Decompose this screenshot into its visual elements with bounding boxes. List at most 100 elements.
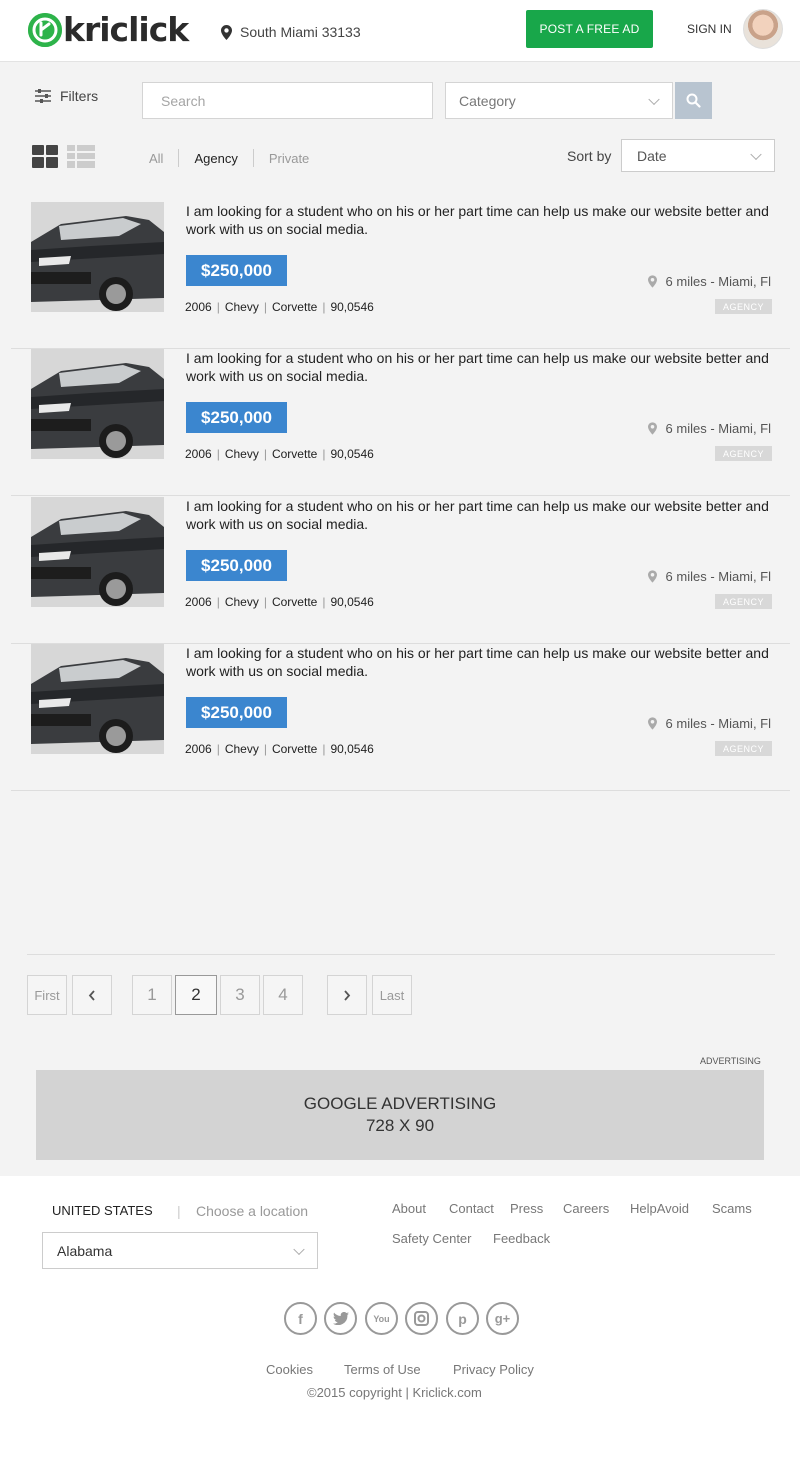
spec-divider: | [263,447,267,461]
footer-link-cookies[interactable]: Cookies [266,1362,313,1377]
filters-label: Filters [60,88,99,104]
listing-description[interactable]: I am looking for a student who on his or… [186,202,786,238]
twitter-icon[interactable] [324,1302,357,1335]
listing-specs: 2006 | Chevy | Corvette | 90,0546 [185,300,374,314]
filters-toggle[interactable]: Filters [35,88,98,104]
listing-distance-text: 6 miles - Miami, Fl [665,421,771,436]
listing-distance-text: 6 miles - Miami, Fl [665,569,771,584]
tab-private[interactable]: Private [269,151,309,166]
chevron-down-icon [750,148,762,160]
listing-distance-text: 6 miles - Miami, Fl [665,274,771,289]
listing-item[interactable]: I am looking for a student who on his or… [11,202,790,349]
pagination-page-2[interactable]: 2 [175,975,217,1015]
listing-price: $250,000 [186,402,287,433]
spec-divider: | [263,595,267,609]
sliders-icon [35,89,51,103]
logo-text: kriclick [63,10,189,49]
tab-divider [252,149,254,167]
pagination-divider [27,954,775,955]
sort-select[interactable]: Date [621,139,775,172]
map-pin-icon [647,717,657,730]
car-photo [31,497,164,607]
instagram-icon[interactable] [405,1302,438,1335]
location-selector[interactable]: South Miami 33133 [221,24,361,40]
copyright: ©2015 copyright | Kriclick.com [307,1385,482,1400]
footer-link-careers[interactable]: Careers [563,1201,609,1216]
footer-link-feedback[interactable]: Feedback [493,1231,550,1246]
listing-thumbnail[interactable] [31,497,164,607]
listing-item[interactable]: I am looking for a student who on his or… [11,644,790,791]
footer: UNITED STATES | Choose a location Alabam… [0,1176,800,1464]
listing-year: 2006 [185,595,212,609]
list-view-icon[interactable] [67,145,95,168]
footer-link-contact[interactable]: Contact [449,1201,494,1216]
listing-distance-text: 6 miles - Miami, Fl [665,716,771,731]
footer-link-safety-center[interactable]: Safety Center [392,1231,472,1246]
seller-type-tabs: All Agency Private [149,149,309,167]
advertising-label: ADVERTISING [700,1056,761,1066]
listing-item[interactable]: I am looking for a student who on his or… [11,497,790,644]
choose-location-link[interactable]: Choose a location [196,1203,308,1219]
pagination-prev[interactable] [72,975,112,1015]
listing-distance: 6 miles - Miami, Fl [647,716,771,731]
facebook-icon[interactable]: f [284,1302,317,1335]
pagination-first[interactable]: First [27,975,67,1015]
listing-description[interactable]: I am looking for a student who on his or… [186,644,786,680]
footer-link-about[interactable]: About [392,1201,426,1216]
category-select[interactable]: Category [445,82,673,119]
listing-specs: 2006 | Chevy | Corvette | 90,0546 [185,595,374,609]
listing-item[interactable]: I am looking for a student who on his or… [11,349,790,496]
pagination-page-4[interactable]: 4 [263,975,303,1015]
post-free-ad-button[interactable]: POST A FREE AD [526,10,653,48]
google-plus-icon[interactable]: g+ [486,1302,519,1335]
spec-divider: | [263,742,267,756]
ad-size: 728 X 90 [365,1116,435,1135]
state-select[interactable]: Alabama [42,1232,318,1269]
tab-agency[interactable]: Agency [194,151,237,166]
avatar[interactable] [743,9,783,49]
car-photo [31,644,164,754]
listing-price: $250,000 [186,697,287,728]
pagination-next[interactable] [327,975,367,1015]
map-pin-icon [221,24,232,40]
search-input[interactable] [142,82,433,119]
search-button[interactable] [675,82,712,119]
youtube-icon[interactable]: You [365,1302,398,1335]
grid-view-icon[interactable] [32,145,58,168]
listing-mileage: 90,0546 [330,595,374,609]
listing-thumbnail[interactable] [31,644,164,754]
listing-thumbnail[interactable] [31,202,164,312]
footer-link-privacy[interactable]: Privacy Policy [453,1362,534,1377]
map-pin-icon [647,422,657,435]
listing-model: Corvette [271,742,318,756]
footer-link-scams[interactable]: Scams [712,1201,752,1216]
footer-link-helpavoid[interactable]: HelpAvoid [630,1201,689,1216]
listing-thumbnail[interactable] [31,349,164,459]
listing-description[interactable]: I am looking for a student who on his or… [186,349,786,385]
tab-all[interactable]: All [149,151,163,166]
pagination-page-1[interactable]: 1 [132,975,172,1015]
listing-specs: 2006 | Chevy | Corvette | 90,0546 [185,742,374,756]
footer-link-press[interactable]: Press [510,1201,543,1216]
listing-specs: 2006 | Chevy | Corvette | 90,0546 [185,447,374,461]
listing-mileage: 90,0546 [330,447,374,461]
category-label: Category [459,92,516,109]
footer-link-terms[interactable]: Terms of Use [344,1362,421,1377]
sign-in-link[interactable]: SIGN IN [687,22,732,36]
listing-price: $250,000 [186,550,287,581]
listing-model: Corvette [271,595,318,609]
spec-divider: | [322,742,326,756]
listing-year: 2006 [185,742,212,756]
tab-divider [178,149,180,167]
listing-description[interactable]: I am looking for a student who on his or… [186,497,786,533]
pinterest-icon[interactable]: p [446,1302,479,1335]
spec-divider: | [322,447,326,461]
seller-type-badge: AGENCY [715,594,772,609]
logo-icon [28,13,62,47]
header: kriclick South Miami 33133 POST A FREE A… [0,0,800,62]
pagination-page-3[interactable]: 3 [220,975,260,1015]
ad-banner[interactable]: GOOGLE ADVERTISING 728 X 90 [36,1070,764,1160]
pagination-last[interactable]: Last [372,975,412,1015]
logo[interactable]: kriclick [28,10,189,49]
spec-divider: | [216,447,220,461]
